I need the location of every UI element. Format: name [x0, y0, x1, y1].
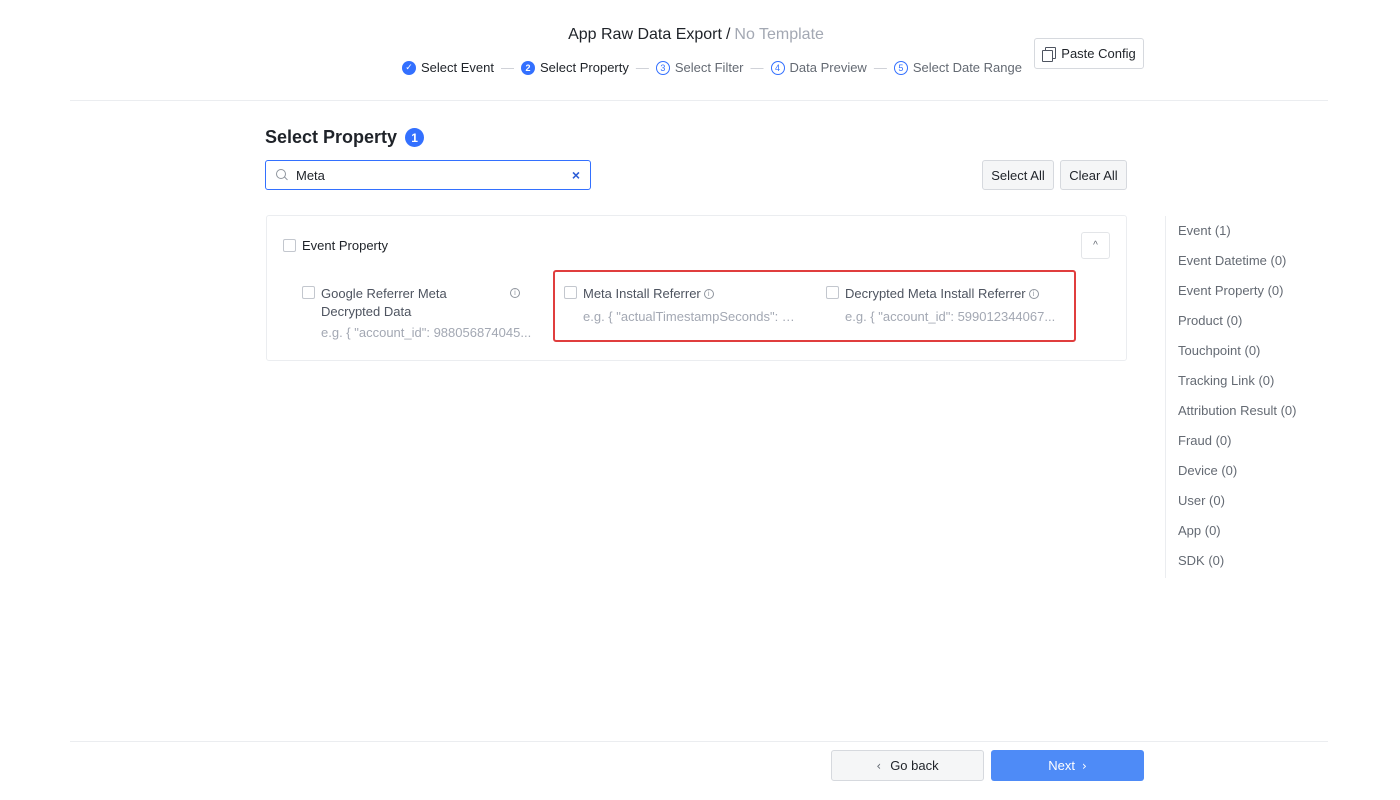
search-input[interactable] [296, 167, 572, 183]
clear-search-icon[interactable]: × [572, 167, 580, 183]
step-separator: — [501, 60, 514, 75]
property-item[interactable]: Google Referrer Meta Decrypted Data i e.… [302, 285, 534, 340]
select-all-button[interactable]: Select All [982, 160, 1054, 190]
next-label: Next [1048, 758, 1075, 773]
step-separator: — [750, 60, 764, 75]
step-select-event: ✓ Select Event [402, 60, 494, 75]
step-label: Data Preview [789, 60, 867, 75]
step-select-property: 2 Select Property [521, 60, 629, 75]
nav-item-sdk[interactable]: SDK (0) [1178, 553, 1224, 568]
nav-item-attribution-result[interactable]: Attribution Result (0) [1178, 403, 1297, 418]
step-label: Select Date Range [912, 60, 1022, 75]
nav-item-event-datetime[interactable]: Event Datetime (0) [1178, 253, 1286, 268]
step-number-icon: 4 [770, 60, 785, 75]
info-icon[interactable]: i [510, 288, 520, 298]
highlight-box [553, 270, 1076, 342]
template-name: No Template [734, 26, 824, 43]
chevron-left-icon: ‹ [876, 758, 882, 773]
category-nav: Event (1) Event Datetime (0) Event Prope… [1165, 216, 1325, 578]
check-circle-icon: ✓ [402, 60, 416, 75]
paste-config-button[interactable]: Paste Config [1034, 38, 1144, 69]
nav-item-event-property[interactable]: Event Property (0) [1178, 283, 1284, 298]
collapse-button[interactable]: ^ [1081, 232, 1110, 259]
step-select-filter: 3 Select Filter [655, 60, 744, 75]
step-label: Select Filter [674, 60, 744, 75]
selected-count-badge: 1 [405, 128, 425, 147]
property-search-box[interactable]: × [265, 160, 591, 190]
header-divider [70, 100, 1328, 101]
step-separator: — [873, 60, 887, 75]
step-label: Select Property [540, 60, 629, 75]
step-separator: — [635, 60, 649, 75]
nav-item-user[interactable]: User (0) [1178, 493, 1225, 508]
search-icon [276, 169, 288, 181]
go-back-button[interactable]: ‹ Go back [831, 750, 984, 781]
step-number-icon: 2 [521, 60, 535, 75]
title-separator: / [725, 26, 731, 43]
nav-item-product[interactable]: Product (0) [1178, 313, 1242, 328]
step-label: Select Event [421, 60, 494, 75]
step-progress: ✓ Select Event — 2 Select Property — 3 S… [402, 60, 1022, 75]
group-header[interactable]: Event Property [283, 238, 388, 253]
go-back-label: Go back [890, 758, 939, 773]
section-title: Select Property 1 [265, 127, 425, 148]
nav-item-tracking-link[interactable]: Tracking Link (0) [1178, 373, 1274, 388]
nav-item-event[interactable]: Event (1) [1178, 223, 1231, 238]
clear-all-button[interactable]: Clear All [1060, 160, 1127, 190]
section-title-text: Select Property [265, 127, 398, 147]
nav-item-touchpoint[interactable]: Touchpoint (0) [1178, 343, 1260, 358]
app-title: App Raw Data Export [568, 26, 722, 43]
footer-divider [70, 741, 1328, 742]
step-data-preview: 4 Data Preview [770, 60, 867, 75]
chevron-up-icon: ^ [1093, 240, 1098, 251]
property-checkbox[interactable] [302, 286, 315, 299]
page-header-title: App Raw Data Export / No Template [0, 26, 1392, 44]
nav-item-app[interactable]: App (0) [1178, 523, 1221, 538]
step-number-icon: 3 [655, 60, 670, 75]
group-label: Event Property [302, 238, 388, 253]
copy-icon [1042, 47, 1057, 62]
nav-item-device[interactable]: Device (0) [1178, 463, 1237, 478]
chevron-right-icon: › [1081, 758, 1087, 773]
group-checkbox[interactable] [283, 239, 296, 252]
property-name: Google Referrer Meta Decrypted Data [321, 286, 447, 319]
step-select-date-range: 5 Select Date Range [893, 60, 1022, 75]
nav-item-fraud[interactable]: Fraud (0) [1178, 433, 1231, 448]
paste-config-label: Paste Config [1061, 46, 1136, 61]
property-example: e.g. { "account_id": 988056874045... [321, 325, 532, 340]
next-button[interactable]: Next › [991, 750, 1144, 781]
step-number-icon: 5 [893, 60, 908, 75]
